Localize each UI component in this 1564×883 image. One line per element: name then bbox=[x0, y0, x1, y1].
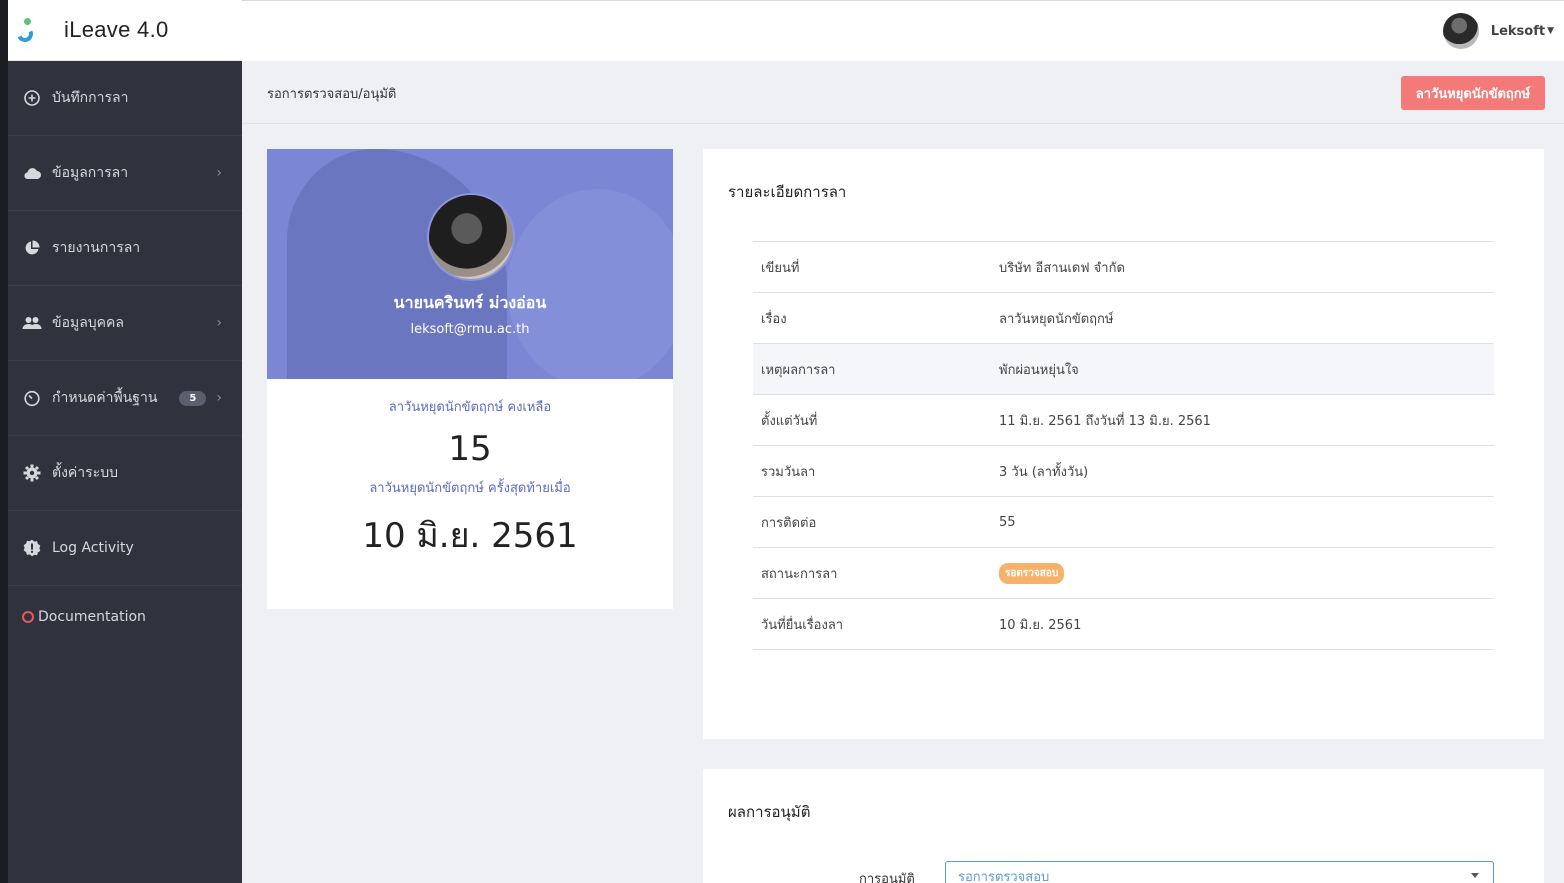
sidebar-item-label: ข้อมูลการลา bbox=[52, 165, 129, 181]
detail-title: รายละเอียดการลา bbox=[728, 183, 847, 201]
table-row: เขียนที่ บริษัท อีสานเดฟ จำกัด bbox=[753, 242, 1494, 293]
row-key: สถานะการลา bbox=[761, 566, 838, 582]
profile-avatar bbox=[427, 193, 515, 281]
sidebar-item-label: บันทึกการลา bbox=[52, 90, 129, 106]
table-row: เรื่อง ลาวันหยุดนักขัตฤกษ์ bbox=[753, 293, 1494, 344]
sidebar-item-label: รายงานการลา bbox=[52, 240, 141, 256]
row-value: พักผ่อนหยุ่นใจ bbox=[999, 362, 1079, 378]
approval-field-label: การอนุมัติ bbox=[859, 872, 915, 883]
quota-value: 15 bbox=[448, 429, 492, 469]
window-frame-edge bbox=[0, 0, 8, 883]
table-row: สถานะการลา รอตรวจสอบ bbox=[753, 548, 1494, 599]
quota-label: ลาวันหยุดนักขัตฤกษ์ คงเหลือ bbox=[388, 400, 552, 415]
holiday-leave-button[interactable]: ลาวันหยุดนักขัตฤกษ์ bbox=[1401, 76, 1545, 110]
profile-hero: นายนครินทร์ ม่วงอ่อน leksoft@rmu.ac.th bbox=[267, 149, 673, 379]
chevron-right-icon: › bbox=[216, 390, 222, 406]
row-key: ตั้งแต่วันที่ bbox=[761, 413, 818, 429]
approval-title: ผลการอนุมัติ bbox=[728, 803, 811, 821]
circle-icon bbox=[22, 611, 34, 623]
sidebar-item-label: กำหนดค่าพื้นฐาน bbox=[52, 390, 158, 406]
table-row: การติดต่อ 55 bbox=[753, 497, 1494, 548]
caret-down-icon: ▼ bbox=[1547, 26, 1554, 36]
people-icon bbox=[22, 313, 42, 333]
chevron-right-icon: › bbox=[216, 315, 222, 331]
row-value: ลาวันหยุดนักขัตฤกษ์ bbox=[999, 311, 1114, 327]
last-leave-value: 10 มิ.ย. 2561 bbox=[362, 516, 578, 556]
approval-selected-value: รอการตรวจสอบ bbox=[958, 869, 1050, 883]
chevron-right-icon: › bbox=[216, 165, 222, 181]
row-key: เหตุผลการลา bbox=[761, 362, 836, 378]
pie-chart-icon bbox=[22, 238, 42, 258]
row-value: บริษัท อีสานเดฟ จำกัด bbox=[999, 260, 1125, 276]
gear-icon bbox=[22, 463, 42, 483]
page-header: รอการตรวจสอบ/อนุมัติ ลาวันหยุดนักขัตฤกษ์ bbox=[242, 61, 1564, 124]
table-row: เหตุผลการลา พักผ่อนหยุ่นใจ bbox=[753, 344, 1494, 395]
sidebar-item-system-settings[interactable]: ตั้งค่าระบบ bbox=[0, 436, 242, 511]
timer-icon bbox=[22, 388, 42, 408]
table-row: รวมวันลา 3 วัน (ลาทั้งวัน) bbox=[753, 446, 1494, 497]
cloud-icon bbox=[22, 163, 42, 183]
row-value: 11 มิ.ย. 2561 ถึงวันที่ 13 มิ.ย. 2561 bbox=[999, 413, 1211, 429]
row-key: การติดต่อ bbox=[761, 515, 817, 531]
approval-select[interactable]: รอการตรวจสอบ bbox=[945, 861, 1494, 883]
sidebar-item-personnel[interactable]: ข้อมูลบุคคล › bbox=[0, 286, 242, 361]
row-value: 55 bbox=[999, 514, 1016, 530]
sidebar-item-log-activity[interactable]: Log Activity bbox=[0, 511, 242, 586]
topbar: Leksoft ▼ bbox=[242, 0, 1564, 61]
caret-down-icon bbox=[1471, 873, 1479, 878]
row-value: 10 มิ.ย. 2561 bbox=[999, 617, 1082, 633]
app-title: iLeave 4.0 bbox=[64, 17, 169, 42]
leave-detail-card: รายละเอียดการลา เขียนที่ บริษัท อีสานเดฟ… bbox=[703, 149, 1544, 739]
sidebar-item-basic-settings[interactable]: กำหนดค่าพื้นฐาน 5 › bbox=[0, 361, 242, 436]
status-badge: รอตรวจสอบ bbox=[999, 562, 1065, 584]
profile-card: นายนครินทร์ ม่วงอ่อน leksoft@rmu.ac.th ล… bbox=[267, 149, 673, 609]
username: Leksoft bbox=[1490, 23, 1546, 39]
table-row: ตั้งแต่วันที่ 11 มิ.ย. 2561 ถึงวันที่ 13… bbox=[753, 395, 1494, 446]
user-menu[interactable]: Leksoft ▼ bbox=[1442, 13, 1554, 49]
row-value: 3 วัน (ลาทั้งวัน) bbox=[999, 464, 1089, 480]
brand-header[interactable]: iLeave 4.0 bbox=[0, 0, 242, 61]
profile-email: leksoft@rmu.ac.th bbox=[410, 322, 530, 337]
add-circle-icon bbox=[22, 88, 42, 108]
sidebar: iLeave 4.0 บันทึกการลา ข้อมูลการลา › ราย… bbox=[0, 0, 242, 883]
avatar bbox=[1442, 13, 1479, 49]
app-logo-icon bbox=[14, 17, 40, 45]
sidebar-item-label: ข้อมูลบุคคล bbox=[52, 315, 124, 331]
sidebar-item-label: Log Activity bbox=[52, 540, 134, 556]
alert-icon bbox=[22, 538, 42, 558]
documentation-label: Documentation bbox=[38, 609, 146, 625]
sidebar-item-record-leave[interactable]: บันทึกการลา bbox=[0, 61, 242, 136]
row-key: เรื่อง bbox=[761, 311, 787, 327]
last-leave-label: ลาวันหยุดนักขัตฤกษ์ ครั้งสุดท้ายเมื่อ bbox=[369, 481, 571, 496]
row-key: เขียนที่ bbox=[761, 260, 800, 276]
count-badge: 5 bbox=[179, 390, 207, 406]
profile-name: นายนครินทร์ ม่วงอ่อน bbox=[393, 293, 547, 312]
row-key: วันที่ยื่นเรื่องลา bbox=[761, 617, 844, 633]
approval-card: ผลการอนุมัติ การอนุมัติ รอการตรวจสอบ bbox=[703, 769, 1544, 883]
documentation-link[interactable]: Documentation bbox=[0, 586, 242, 648]
row-key: รวมวันลา bbox=[761, 464, 816, 480]
sidebar-item-leave-data[interactable]: ข้อมูลการลา › bbox=[0, 136, 242, 211]
sidebar-item-label: ตั้งค่าระบบ bbox=[52, 465, 118, 481]
page-title: รอการตรวจสอบ/อนุมัติ bbox=[267, 87, 397, 102]
sidebar-item-leave-report[interactable]: รายงานการลา bbox=[0, 211, 242, 286]
table-row: วันที่ยื่นเรื่องลา 10 มิ.ย. 2561 bbox=[753, 599, 1494, 650]
detail-table: เขียนที่ บริษัท อีสานเดฟ จำกัด เรื่อง ลา… bbox=[753, 241, 1494, 650]
